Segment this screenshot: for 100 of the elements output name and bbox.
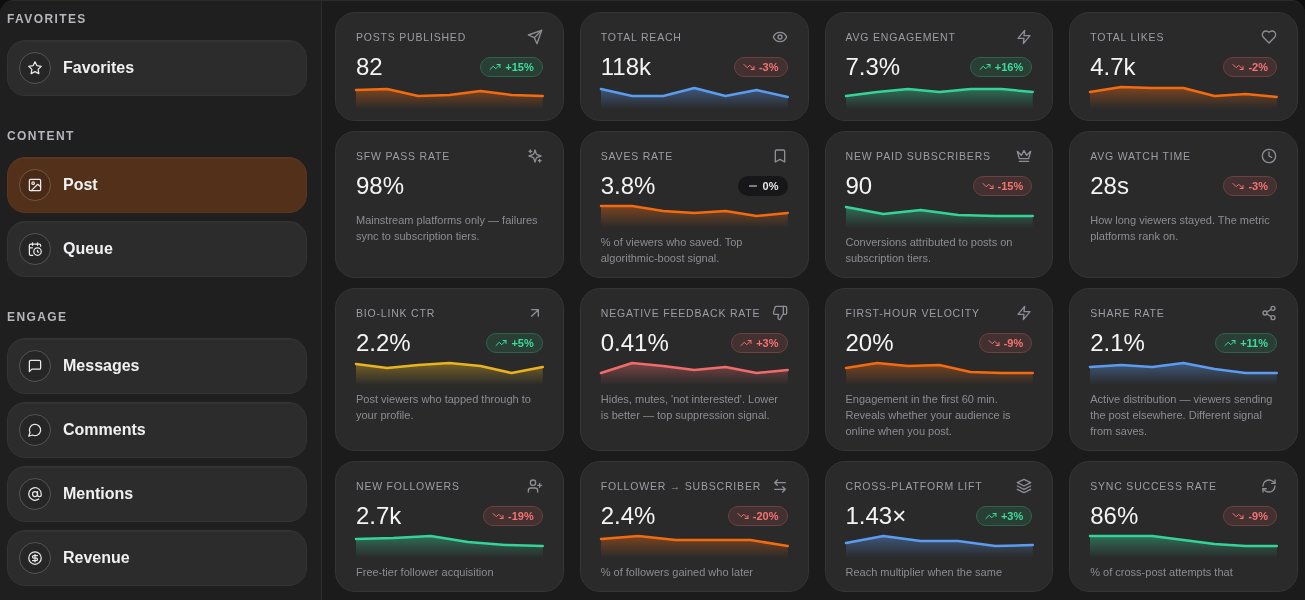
metric-value: 1.43× [845, 502, 907, 530]
dollar-coin-icon [19, 542, 51, 574]
thumbs-down-icon [771, 305, 788, 321]
refresh-icon [1261, 478, 1277, 494]
metric-label: CROSS-PLATFORM LIFT [845, 479, 983, 493]
metric-label: TOTAL REACH [600, 30, 682, 44]
metric-description: Free-tier follower acquisition [356, 565, 495, 580]
metric-value: 90 [845, 172, 873, 200]
crown-icon [1016, 148, 1033, 164]
metric-value: 2.1% [1090, 329, 1145, 357]
metric-value: 98% [356, 172, 405, 200]
metric-value: 2.2% [356, 329, 411, 357]
heart-icon [1261, 29, 1277, 45]
chat-bubble-icon [19, 414, 51, 446]
trend-up-icon [978, 61, 991, 73]
change-text: +15% [505, 60, 534, 74]
metric-label: SHARE RATE [1090, 306, 1165, 320]
sparkles-icon [526, 148, 543, 164]
change-text: -19% [508, 509, 534, 523]
section-heading: CONTENT [7, 129, 75, 143]
lightning-icon [1016, 305, 1033, 321]
metric-value: 118k [600, 53, 651, 81]
metric-label: AVG ENGAGEMENT [845, 30, 956, 44]
trend-down-icon [1232, 61, 1245, 73]
metric-description: % of followers gained who later [600, 565, 754, 580]
metric-description: Post viewers who tapped through to your profile. [356, 392, 532, 423]
image-icon [19, 169, 51, 201]
layers-icon [1016, 478, 1033, 494]
trend-down-icon [736, 510, 749, 522]
calendar-clock-icon [19, 233, 51, 265]
trend-down-icon [1232, 180, 1245, 192]
metric-label: FOLLOWER → SUBSCRIBER [600, 479, 762, 493]
trend-up-icon [489, 61, 502, 73]
change-text: -9% [1003, 336, 1024, 350]
change-text: -2% [1248, 60, 1268, 74]
trend-up-icon [1224, 337, 1237, 349]
section-heading: ENGAGE [7, 310, 68, 324]
metric-description: Mainstream platforms only — failures sync to subscription tiers. [356, 213, 539, 244]
trend-down-icon [987, 337, 1000, 349]
trend-down-icon [492, 510, 505, 522]
metric-description: How long viewers stayed. The metric platforms rank on. [1090, 213, 1271, 244]
sidebar-item[interactable]: Favorites [7, 40, 307, 96]
metric-value: 0.41% [600, 329, 669, 357]
change-text: 0% [762, 179, 779, 193]
metric-description: Engagement in the first 60 min. Reveals whether your audience is online when you post. [845, 392, 1012, 439]
metric-description: Hides, mutes, 'not interested'. Lower is better — top suppression signal. [600, 392, 779, 423]
trend-up-icon [495, 337, 508, 349]
metric-value: 28s [1090, 172, 1129, 200]
clock-icon [1261, 148, 1277, 164]
metric-label: SFW PASS RATE [356, 149, 451, 163]
paper-plane-icon [526, 29, 543, 45]
metric-label: TOTAL LIKES [1090, 30, 1165, 44]
trend-down-icon [742, 61, 755, 73]
metric-value: 4.7k [1090, 53, 1136, 81]
trend-down-icon [1232, 510, 1245, 522]
metric-label: BIO-LINK CTR [356, 306, 436, 320]
metric-description: % of cross-post attempts that [1090, 565, 1234, 580]
trend-up-icon [740, 337, 753, 349]
trend-down-icon [981, 180, 994, 192]
metric-value: 3.8% [600, 172, 656, 200]
swap-arrows-icon [771, 478, 788, 494]
sidebar-item[interactable]: Messages [7, 338, 307, 394]
metric-description: Active distribution — viewers sending the post elsewhere. Different signal from saves. [1090, 392, 1274, 439]
change-text: +3% [756, 336, 779, 350]
sidebar-item[interactable]: Post [7, 157, 307, 213]
change-text: -9% [1248, 509, 1268, 523]
change-text: -3% [1248, 179, 1268, 193]
sidebar-item[interactable]: Comments [7, 402, 307, 458]
sidebar-item[interactable]: Mentions [7, 466, 307, 522]
change-text: -20% [752, 509, 779, 523]
metric-label: SYNC SUCCESS RATE [1090, 479, 1217, 493]
trend-up-icon [984, 510, 997, 522]
metric-value: 7.3% [845, 53, 901, 81]
metric-label: NEW FOLLOWERS [356, 479, 460, 493]
metric-description: Conversions attributed to posts on subscription tiers. [845, 235, 1014, 266]
change-text: -3% [758, 60, 779, 74]
metric-value: 2.7k [356, 502, 402, 530]
metric-label: SAVES RATE [600, 149, 674, 163]
metric-label: FIRST-HOUR VELOCITY [845, 306, 980, 320]
metric-label: NEGATIVE FEEDBACK RATE [600, 306, 761, 320]
share-icon [1261, 305, 1277, 321]
metric-value: 86% [1090, 502, 1139, 530]
lightning-icon [1016, 29, 1033, 45]
user-plus-icon [526, 478, 543, 494]
change-text: +3% [1000, 509, 1024, 523]
metric-value: 2.4% [600, 502, 656, 530]
metric-description: Reach multiplier when the same [845, 565, 1004, 580]
change-text: -15% [997, 179, 1024, 193]
sidebar-item[interactable]: Revenue [7, 530, 307, 586]
change-text: +16% [994, 60, 1024, 74]
at-sign-icon [19, 478, 51, 510]
metric-value: 20% [845, 329, 894, 357]
metric-label: POSTS PUBLISHED [356, 30, 467, 44]
sidebar-item[interactable]: Queue [7, 221, 307, 277]
change-text: +5% [511, 336, 534, 350]
change-text: +11% [1240, 336, 1268, 350]
section-heading: FAVORITES [7, 12, 87, 26]
metric-label: AVG WATCH TIME [1090, 149, 1191, 163]
eye-icon [771, 29, 788, 45]
metric-description: % of viewers who saved. Top algorithmic-boost signal. [600, 235, 744, 266]
